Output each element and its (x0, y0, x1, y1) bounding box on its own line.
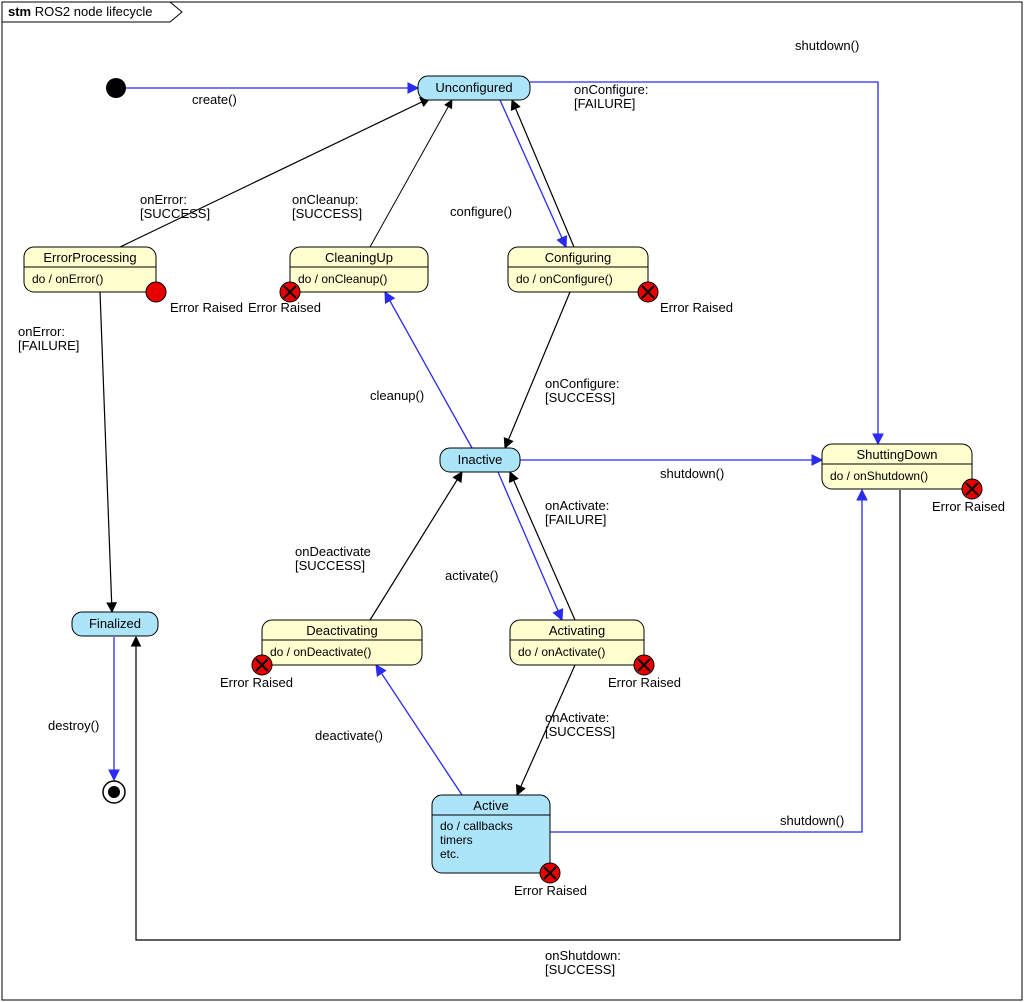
error-raised-label: Error Raised (248, 300, 321, 315)
label-create: create() (192, 92, 237, 107)
initial-state-icon (106, 78, 126, 98)
label-onConfigureSuccess: onConfigure:[SUCCESS] (545, 376, 619, 405)
edge-configure (500, 100, 566, 247)
label-onActivateFail: onActivate:[FAILURE] (545, 498, 609, 527)
svg-text:Unconfigured: Unconfigured (435, 80, 512, 95)
svg-text:Active: Active (473, 798, 508, 813)
label-deactivate: deactivate() (315, 728, 383, 743)
state-deactivating: Deactivating do / onDeactivate() Error R… (220, 620, 422, 690)
svg-text:do / onDeactivate(): do / onDeactivate() (270, 645, 371, 659)
error-raised-label: Error Raised (608, 675, 681, 690)
state-active: Active do / callbacks timers etc. Error … (432, 795, 587, 898)
edge-activate (498, 472, 562, 620)
error-dot-icon (146, 282, 166, 302)
label-onCleanupSuccess: onCleanup:[SUCCESS] (292, 192, 362, 221)
edge-deactivate (376, 665, 462, 795)
final-state-icon (103, 781, 125, 803)
error-raised-label: Error Raised (170, 300, 243, 315)
label-cleanup: cleanup() (370, 388, 424, 403)
label-shutdown2: shutdown() (660, 466, 724, 481)
state-configuring: Configuring do / onConfigure() Error Rai… (508, 247, 733, 315)
svg-text:Configuring: Configuring (545, 250, 612, 265)
label-onShutdownSuccess: onShutdown:[SUCCESS] (545, 948, 621, 977)
error-raised-label: Error Raised (660, 300, 733, 315)
state-cleaningup: CleaningUp do / onCleanup() Error Raised (248, 247, 428, 315)
svg-text:CleaningUp: CleaningUp (325, 250, 393, 265)
state-errorprocessing: ErrorProcessing do / onError() Error Rai… (24, 247, 243, 315)
edge-onErrorFail (100, 292, 112, 612)
label-onErrorFail: onError:[FAILURE] (18, 324, 79, 353)
frame-title: stm ROS2 node lifecycle (8, 4, 153, 19)
state-shuttingdown: ShuttingDown do / onShutdown() Error Rai… (822, 444, 1005, 514)
state-inactive: Inactive (440, 448, 520, 472)
label-shutdown3: shutdown() (780, 813, 844, 828)
edge-onConfigureSuccess (505, 292, 570, 448)
svg-text:do / onConfigure(): do / onConfigure() (516, 272, 613, 286)
edge-onDeactivateSuccess (370, 472, 462, 620)
state-machine-diagram: stm ROS2 node lifecycle create() configu… (0, 0, 1024, 1002)
svg-text:ShuttingDown: ShuttingDown (857, 447, 938, 462)
edge-cleanup (385, 292, 472, 448)
edge-onConfigureFail (512, 100, 574, 247)
label-onErrorSuccess: onError:[SUCCESS] (140, 192, 210, 221)
svg-text:Finalized: Finalized (89, 616, 141, 631)
svg-text:Activating: Activating (549, 623, 605, 638)
error-raised-label: Error Raised (220, 675, 293, 690)
label-shutdown1: shutdown() (795, 38, 859, 53)
svg-text:do / onError(): do / onError() (32, 272, 103, 286)
state-unconfigured: Unconfigured (418, 76, 530, 100)
edge-onCleanupSuccess (370, 100, 452, 247)
error-raised-label: Error Raised (932, 499, 1005, 514)
label-activate: activate() (445, 568, 498, 583)
svg-text:do / onCleanup(): do / onCleanup() (298, 272, 387, 286)
state-activating: Activating do / onActivate() Error Raise… (510, 620, 681, 690)
svg-text:ErrorProcessing: ErrorProcessing (43, 250, 136, 265)
svg-text:do / onShutdown(): do / onShutdown() (830, 469, 928, 483)
svg-text:Deactivating: Deactivating (306, 623, 378, 638)
label-configure: configure() (450, 204, 512, 219)
label-onDeactivateSuccess: onDeactivate[SUCCESS] (295, 544, 371, 573)
edge-onActivateFail (510, 472, 575, 620)
svg-text:do / onActivate(): do / onActivate() (518, 645, 605, 659)
state-finalized: Finalized (72, 612, 158, 636)
svg-text:Inactive: Inactive (458, 452, 503, 467)
label-onActivateSuccess: onActivate:[SUCCESS] (545, 710, 615, 739)
label-onConfigureFail: onConfigure:[FAILURE] (574, 82, 648, 111)
label-destroy: destroy() (48, 718, 99, 733)
error-raised-label: Error Raised (514, 883, 587, 898)
edge-onErrorSuccess (120, 98, 430, 247)
